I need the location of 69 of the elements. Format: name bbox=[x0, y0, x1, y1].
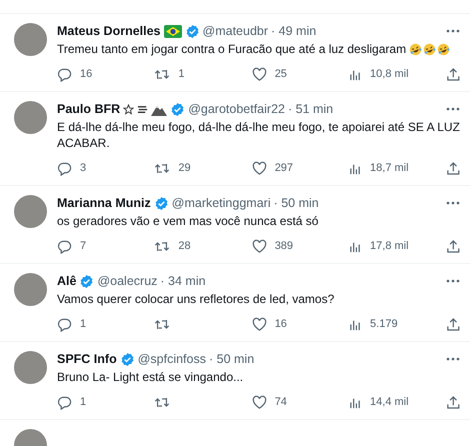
post-time[interactable]: · 50 min bbox=[209, 352, 254, 366]
user-name[interactable]: Mateus Dornelles bbox=[57, 24, 161, 38]
like-count: 16 bbox=[274, 318, 287, 330]
post-time[interactable]: · 50 min bbox=[274, 196, 319, 210]
user-handle[interactable]: @spfcinfoss bbox=[138, 352, 206, 366]
heart-icon[interactable] bbox=[252, 66, 267, 82]
more-icon[interactable] bbox=[446, 201, 460, 205]
reply-count: 1 bbox=[80, 396, 86, 408]
like-count: 74 bbox=[274, 396, 287, 408]
user-handle[interactable]: @garotobetfair22 bbox=[188, 102, 285, 116]
heart-icon[interactable] bbox=[252, 316, 267, 332]
avatar[interactable] bbox=[14, 195, 47, 228]
view-count: 10,8 mil bbox=[370, 68, 409, 80]
reply-icon[interactable] bbox=[57, 66, 72, 82]
post-text: Vamos querer colocar uns refletores de led, vamos? bbox=[57, 292, 334, 306]
laughing-emoji-icon bbox=[437, 43, 450, 56]
share-icon[interactable] bbox=[446, 66, 461, 82]
repost-count: 1 bbox=[178, 68, 184, 80]
reply-count: 16 bbox=[80, 68, 92, 80]
reply-count: 1 bbox=[80, 318, 86, 330]
more-icon[interactable] bbox=[446, 29, 460, 33]
post-text: Tremeu tanto em jogar contra o Furacão que até a luz desligaram bbox=[57, 42, 406, 56]
post-time[interactable]: · 34 min bbox=[160, 274, 206, 288]
user-handle[interactable]: @oalecruz bbox=[97, 274, 158, 288]
post-time[interactable]: · 51 min bbox=[288, 102, 334, 116]
share-icon[interactable] bbox=[446, 394, 461, 410]
avatar[interactable] bbox=[14, 273, 47, 306]
post-time[interactable]: · 49 min bbox=[271, 24, 316, 38]
more-icon[interactable] bbox=[446, 107, 460, 111]
post-text: E dá-lhe dá-lhe meu fogo, dá-lhe dá-lhe meu fogo, te apoiarei até SE A LUZ ACABAR. bbox=[57, 120, 460, 150]
view-count: 14,4 mil bbox=[370, 396, 409, 408]
share-icon[interactable] bbox=[446, 316, 461, 332]
star-icon bbox=[123, 104, 134, 114]
user-name[interactable]: SPFC Info bbox=[57, 352, 117, 366]
share-icon[interactable] bbox=[446, 238, 461, 254]
reply-icon[interactable] bbox=[57, 238, 72, 254]
post-text: os geradores vão e vem mas você nunca está só bbox=[57, 214, 318, 228]
more-icon[interactable] bbox=[446, 357, 460, 361]
post-text: Bruno La- Light está se vingando... bbox=[57, 370, 244, 384]
user-name[interactable]: Paulo BFR bbox=[57, 102, 120, 116]
wind-icon bbox=[137, 104, 148, 114]
view-count: 18,7 mil bbox=[370, 162, 409, 174]
heart-icon[interactable] bbox=[252, 394, 267, 410]
laughing-emoji-icon bbox=[423, 43, 436, 56]
reply-icon[interactable] bbox=[57, 160, 72, 176]
heart-icon[interactable] bbox=[252, 238, 267, 254]
avatar[interactable] bbox=[14, 351, 47, 384]
reply-count: 3 bbox=[80, 162, 86, 174]
user-name[interactable]: Alê bbox=[57, 274, 76, 288]
avatar[interactable] bbox=[14, 101, 47, 134]
repost-count: 28 bbox=[178, 240, 191, 252]
reply-icon[interactable] bbox=[57, 394, 72, 410]
heart-icon[interactable] bbox=[252, 160, 267, 176]
avatar[interactable] bbox=[14, 23, 47, 56]
user-name[interactable]: Marianna Muniz bbox=[57, 196, 151, 210]
view-count: 17,8 mil bbox=[370, 240, 409, 252]
more-icon[interactable] bbox=[446, 279, 460, 283]
like-count: 389 bbox=[274, 240, 294, 252]
view-count: 5.179 bbox=[370, 318, 398, 330]
user-handle[interactable]: @marketinggmari bbox=[172, 196, 271, 210]
flag-icon bbox=[164, 24, 182, 38]
repost-count: 29 bbox=[178, 162, 191, 174]
share-icon[interactable] bbox=[446, 160, 461, 176]
reply-icon[interactable] bbox=[57, 316, 72, 332]
like-count: 297 bbox=[274, 162, 294, 174]
like-count: 25 bbox=[274, 68, 287, 80]
user-handle[interactable]: @mateudbr bbox=[202, 24, 268, 38]
laughing-emoji-icon bbox=[409, 43, 422, 56]
reply-count: 7 bbox=[80, 240, 86, 252]
